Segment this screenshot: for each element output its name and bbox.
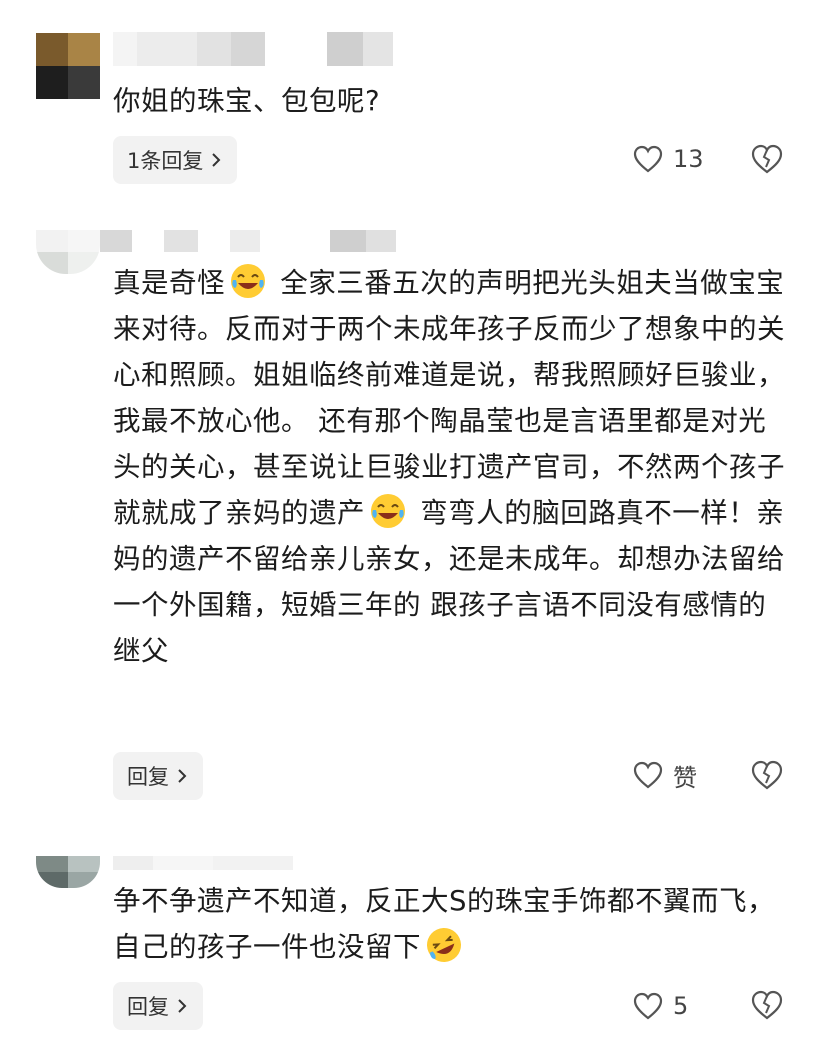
tears-of-joy-emoji bbox=[231, 264, 265, 298]
chevron-right-icon bbox=[178, 999, 187, 1013]
comment-item: 争不争遗产不知道，反正大S的珠宝手饰都不翼而飞，自己的孩子一件也没留下 回复 5 bbox=[0, 820, 828, 1063]
reply-button[interactable]: 回复 bbox=[113, 982, 203, 1030]
view-replies-button[interactable]: 1条回复 bbox=[113, 136, 238, 184]
reply-label: 回复 bbox=[127, 765, 169, 789]
reply-button[interactable]: 回复 bbox=[113, 752, 203, 800]
like-button[interactable]: 5 bbox=[633, 986, 688, 1026]
chevron-right-icon bbox=[212, 153, 221, 167]
chevron-right-icon bbox=[178, 769, 187, 783]
broken-heart-icon[interactable] bbox=[750, 142, 784, 176]
broken-heart-icon[interactable] bbox=[750, 758, 784, 792]
comment-text: 争不争遗产不知道，反正大S的珠宝手饰都不翼而飞，自己的孩子一件也没留下 bbox=[113, 878, 783, 970]
like-count: 赞 bbox=[673, 763, 697, 792]
comment-text: 你姐的珠宝、包包呢? bbox=[113, 85, 381, 117]
username-blurred[interactable] bbox=[100, 230, 396, 252]
like-count: 5 bbox=[673, 992, 689, 1020]
like-count: 13 bbox=[673, 145, 704, 173]
comment-item: 你姐的珠宝、包包呢? 1条回复 13 bbox=[0, 0, 828, 200]
comment-text: 真是奇怪 全家三番五次的声明把光头姐夫当做宝宝来对待。反而对于两个未成年孩子反而… bbox=[113, 260, 793, 674]
comment-text-part: 全家三番五次的声明把光头姐夫当做宝宝来对待。反而对于两个未成年孩子反而少了想象中… bbox=[113, 267, 785, 529]
tears-of-joy-emoji bbox=[371, 494, 405, 528]
like-button[interactable]: 赞 bbox=[633, 755, 697, 795]
username-blurred[interactable] bbox=[113, 856, 293, 870]
comment-text-part: 真是奇怪 bbox=[113, 267, 225, 299]
avatar[interactable] bbox=[36, 230, 100, 274]
heart-outline-icon bbox=[633, 992, 663, 1020]
heart-outline-icon bbox=[633, 145, 663, 173]
reply-label: 1条回复 bbox=[127, 149, 204, 173]
avatar[interactable] bbox=[36, 33, 100, 99]
comment-item: 真是奇怪 全家三番五次的声明把光头姐夫当做宝宝来对待。反而对于两个未成年孩子反而… bbox=[0, 200, 828, 820]
rolling-laughing-emoji bbox=[427, 928, 461, 962]
broken-heart-icon[interactable] bbox=[750, 988, 784, 1022]
reply-label: 回复 bbox=[127, 995, 169, 1019]
username-blurred[interactable] bbox=[113, 32, 393, 66]
avatar[interactable] bbox=[36, 856, 100, 888]
heart-outline-icon bbox=[633, 761, 663, 789]
like-button[interactable]: 13 bbox=[633, 139, 704, 179]
